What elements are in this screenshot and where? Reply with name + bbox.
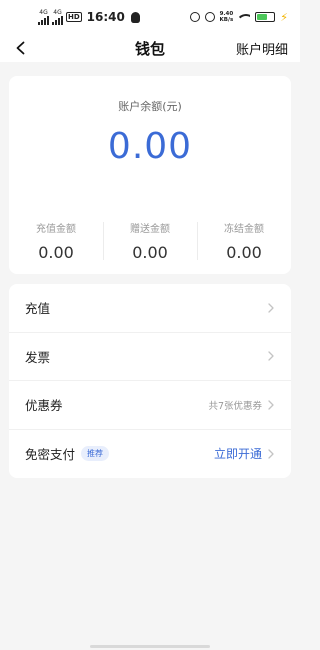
charging-bolt-icon: ⚡ [280, 10, 288, 24]
status-time: 16:40 [86, 10, 125, 24]
home-indicator[interactable] [90, 645, 210, 648]
recommend-badge: 推荐 [81, 446, 110, 462]
back-arrow-icon [16, 41, 25, 55]
wifi-icon [238, 13, 251, 22]
chevron-right-icon [267, 400, 275, 410]
stat-recharge: 充值金额 0.00 [9, 220, 103, 262]
balance-stats: 充值金额 0.00 赠送金额 0.00 冻结金额 0.00 [9, 220, 291, 262]
menu-item-password-free-payment[interactable]: 免密支付 推荐 立即开通 [9, 430, 291, 479]
stat-value: 0.00 [226, 243, 262, 262]
back-button[interactable] [10, 37, 32, 59]
status-bar-right: 9.40 KB/s ⚡ [189, 10, 288, 24]
alarm-icon [204, 12, 215, 22]
network-speed-unit: KB/s [219, 17, 234, 23]
menu-item-label: 优惠券 [25, 398, 63, 414]
balance-value: 0.00 [107, 126, 193, 167]
stat-bonus: 赠送金额 0.00 [103, 220, 197, 262]
stat-label: 冻结金额 [224, 224, 264, 235]
account-details-link[interactable]: 账户明细 [236, 39, 288, 58]
menu-item-recharge[interactable]: 充值 [9, 284, 291, 333]
network-speed: 9.40 KB/s [220, 11, 234, 23]
balance-label: 账户余额(元) [118, 100, 182, 113]
network-indicator-2: 4G [52, 9, 63, 25]
menu-item-label: 充值 [25, 301, 51, 317]
status-bar: 4G 4G HD 16:40 9.40 KB/s ⚡ [0, 0, 300, 34]
menu-item-label: 发票 [25, 349, 51, 365]
menu-card: 充值 发票 优惠券 共7张优惠券 免密支付 推荐 立即开通 [9, 284, 291, 478]
coupon-count: 共7张优惠券 [208, 400, 262, 412]
location-icon [189, 12, 200, 22]
stat-value: 0.00 [132, 243, 168, 262]
activate-now-link[interactable]: 立即开通 [214, 445, 262, 462]
chevron-right-icon [267, 449, 275, 459]
menu-item-label: 免密支付 [25, 447, 76, 463]
chevron-right-icon [267, 303, 275, 313]
chevron-right-icon [267, 351, 275, 361]
signal-icon [38, 15, 49, 25]
battery-icon [255, 12, 276, 22]
network-indicator-1: 4G [38, 9, 49, 25]
battery-level [257, 14, 267, 20]
signal-icon [52, 15, 63, 25]
stat-frozen: 冻结金额 0.00 [197, 220, 291, 262]
menu-item-invoice[interactable]: 发票 [9, 333, 291, 381]
menu-item-coupons[interactable]: 优惠券 共7张优惠券 [9, 381, 291, 430]
hd-icon: HD [66, 12, 82, 22]
qq-icon [130, 11, 140, 23]
balance-card: 账户余额(元) 0.00 充值金额 0.00 赠送金额 0.00 冻结金额 0.… [9, 76, 291, 274]
stat-label: 赠送金额 [130, 224, 170, 235]
page-title: 钱包 [134, 39, 166, 58]
status-bar-left: 4G 4G HD 16:40 [38, 9, 140, 25]
stat-label: 充值金额 [36, 224, 76, 235]
stat-value: 0.00 [38, 243, 74, 262]
nav-bar: 钱包 账户明细 [0, 34, 300, 62]
